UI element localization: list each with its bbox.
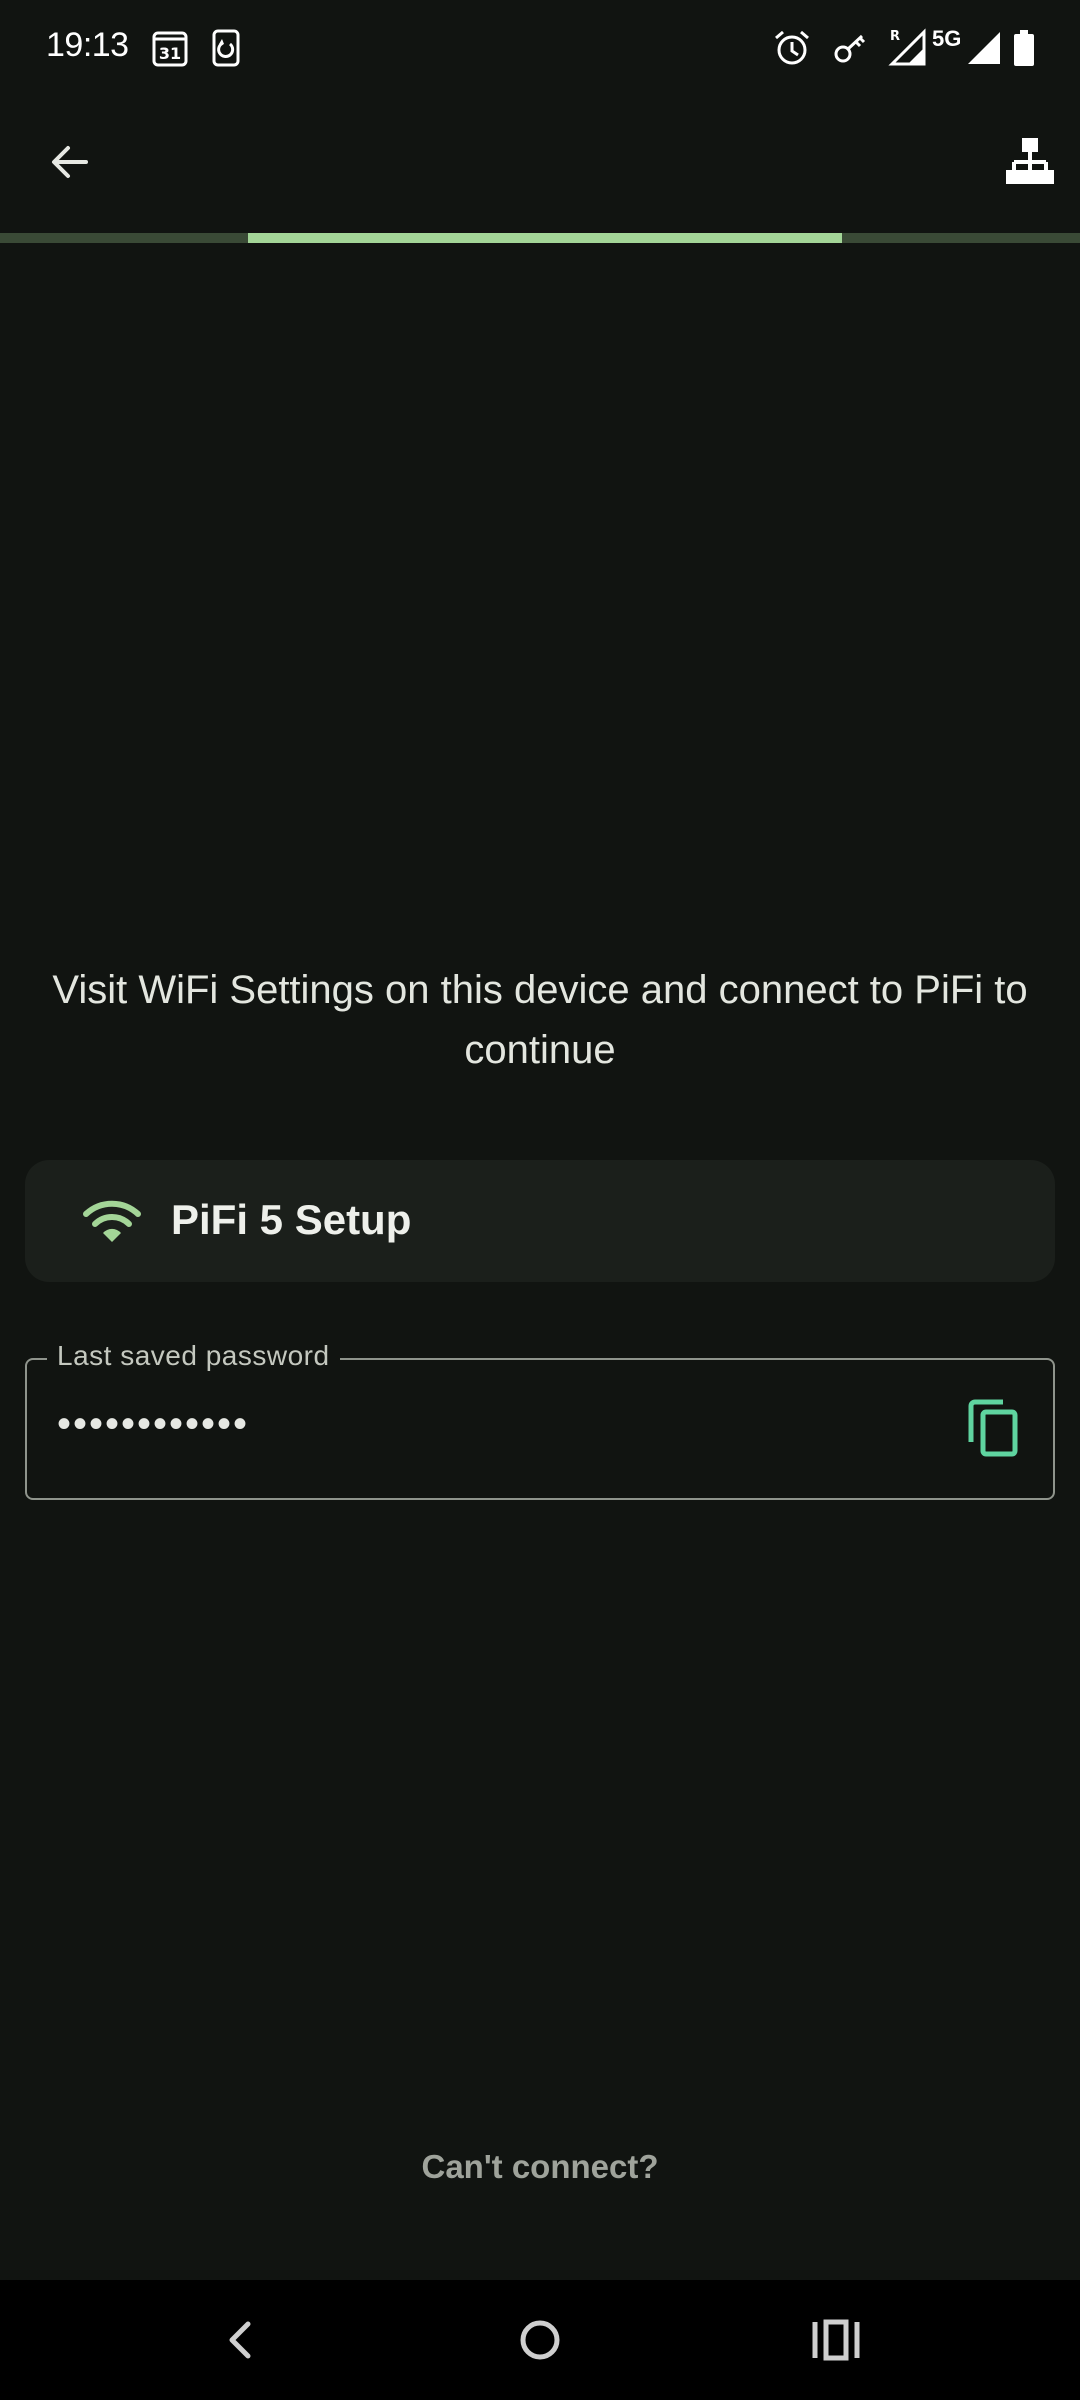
roaming-indicator: R (890, 29, 900, 44)
instruction-text: Visit WiFi Settings on this device and c… (52, 968, 1028, 1072)
setup-progress-track (0, 233, 1080, 243)
wifi-icon (83, 1200, 141, 1242)
calendar-icon: 31 (152, 31, 188, 67)
cant-connect-link[interactable]: Can't connect? (0, 2148, 1080, 2186)
back-button[interactable] (30, 122, 110, 202)
network-tree-icon (1006, 138, 1054, 184)
network-map-button[interactable] (990, 122, 1070, 202)
phone-sync-icon (212, 29, 240, 67)
battery-icon (1014, 30, 1034, 66)
password-field-label: Last saved password (47, 1340, 340, 1372)
signal-icon (968, 32, 1000, 64)
setup-progress-segment (248, 233, 843, 243)
nav-recents-icon[interactable] (806, 2310, 866, 2370)
arrow-back-icon (52, 146, 88, 178)
nav-back-icon[interactable] (212, 2310, 272, 2370)
password-field[interactable]: Last saved password •••••••••••• (25, 1340, 1055, 1500)
status-bar: 19:13 31 R 5G (0, 0, 1080, 96)
calendar-day: 31 (159, 44, 181, 63)
network-name: PiFi 5 Setup (171, 1196, 412, 1243)
alarm-icon (775, 30, 809, 65)
copy-icon[interactable] (963, 1396, 1027, 1460)
system-nav-bar (0, 2280, 1080, 2400)
network-card[interactable]: PiFi 5 Setup (25, 1160, 1055, 1282)
nav-home-icon[interactable] (510, 2310, 570, 2370)
password-value: •••••••••••• (57, 1402, 250, 1446)
network-type-label: 5G (932, 26, 962, 51)
signal-roaming-icon: R (888, 28, 926, 66)
toolbar (0, 96, 1080, 232)
vpn-key-icon (834, 34, 866, 63)
status-time: 19:13 (46, 26, 129, 64)
